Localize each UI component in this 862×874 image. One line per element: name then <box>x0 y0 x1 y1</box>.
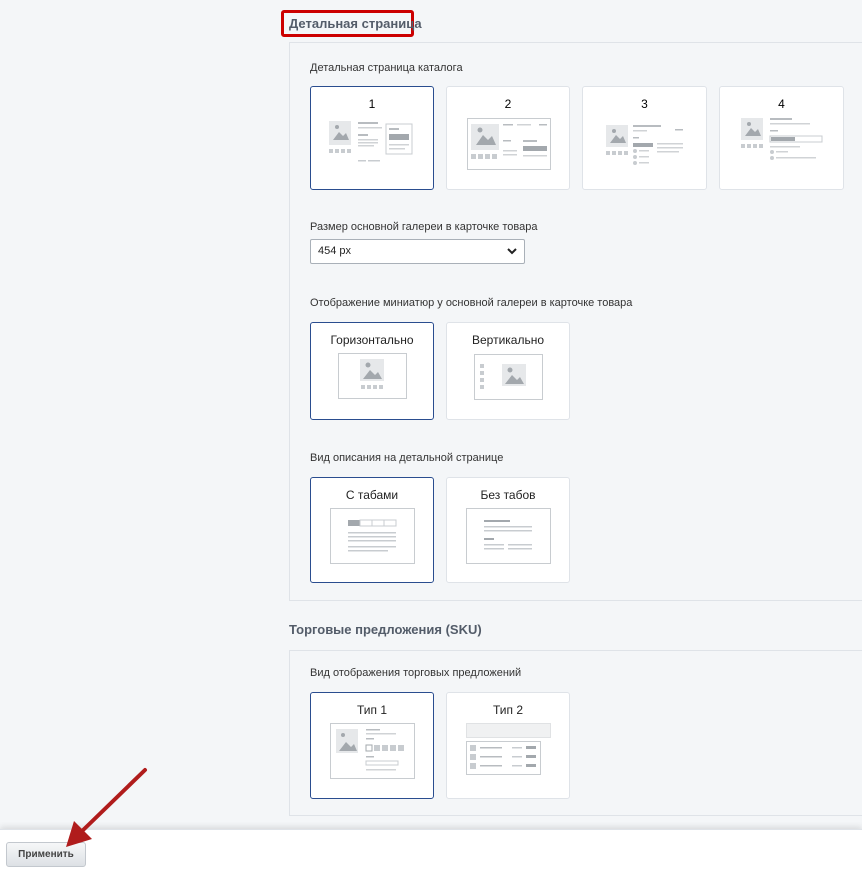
catalog-layout-option-3[interactable]: 3 <box>582 86 707 190</box>
option-number: 4 <box>778 97 785 111</box>
sku-option-type-1[interactable]: Тип 1 <box>310 692 434 799</box>
layout-2-preview-icon <box>467 118 551 170</box>
tabs-preview-icon <box>330 508 415 564</box>
option-label: Без табов <box>480 488 536 502</box>
thumbs-label: Отображение миниатюр у основной галереи … <box>310 297 633 309</box>
catalog-layout-option-2[interactable]: 2 <box>446 86 570 190</box>
thumbs-option-horizontal[interactable]: Горизонтально <box>310 322 434 420</box>
option-number: 3 <box>641 97 648 111</box>
gallery-size-label: Размер основной галереи в карточке товар… <box>310 221 538 233</box>
option-label: Тип 2 <box>492 703 523 717</box>
description-option-tabs[interactable]: С табами <box>310 477 434 583</box>
sku-option-type-2[interactable]: Тип 2 <box>446 692 570 799</box>
gallery-size-value: 454 px <box>318 245 352 257</box>
annotation-arrow-icon <box>66 768 147 847</box>
chevron-down-icon <box>507 248 517 255</box>
option-number: 1 <box>368 97 376 111</box>
layout-1-preview-icon <box>329 121 413 162</box>
option-label: С табами <box>345 488 399 502</box>
sku-section-title: Торговые предложения (SKU) <box>289 622 482 637</box>
description-label: Вид описания на детальной странице <box>310 452 504 464</box>
detail-section-title: Детальная страница <box>289 16 422 31</box>
catalog-layout-label: Детальная страница каталога <box>310 62 463 74</box>
description-option-no-tabs[interactable]: Без табов <box>446 477 570 583</box>
option-label: Тип 1 <box>356 703 387 717</box>
catalog-layout-option-4[interactable]: 4 <box>719 86 844 190</box>
sku-type-1-preview-icon <box>330 723 415 779</box>
thumbs-option-vertical[interactable]: Вертикально <box>446 322 570 420</box>
gallery-size-panel: Размер основной галереи в карточке товар… <box>289 206 862 282</box>
description-panel: Вид описания на детальной странице С таб… <box>289 436 862 601</box>
layout-4-preview-icon <box>741 118 823 160</box>
gallery-size-select[interactable]: 454 px <box>310 239 525 264</box>
sku-view-label: Вид отображения торговых предложений <box>310 667 522 679</box>
sku-view-panel: Вид отображения торговых предложений Тип… <box>289 650 862 816</box>
option-number: 2 <box>504 97 512 111</box>
sku-type-2-preview-icon <box>466 723 551 775</box>
option-label: Вертикально <box>471 333 545 347</box>
thumbs-panel: Отображение миниатюр у основной галереи … <box>289 281 862 437</box>
catalog-layout-option-1[interactable]: 1 <box>310 86 434 190</box>
horizontal-thumbs-preview-icon <box>338 353 407 399</box>
no-tabs-preview-icon <box>466 508 551 564</box>
layout-3-preview-icon <box>606 125 683 165</box>
option-label: Горизонтально <box>330 333 414 347</box>
vertical-thumbs-preview-icon <box>474 354 543 400</box>
catalog-layout-panel: Детальная страница каталога 1 2 3 4 <box>289 42 862 207</box>
